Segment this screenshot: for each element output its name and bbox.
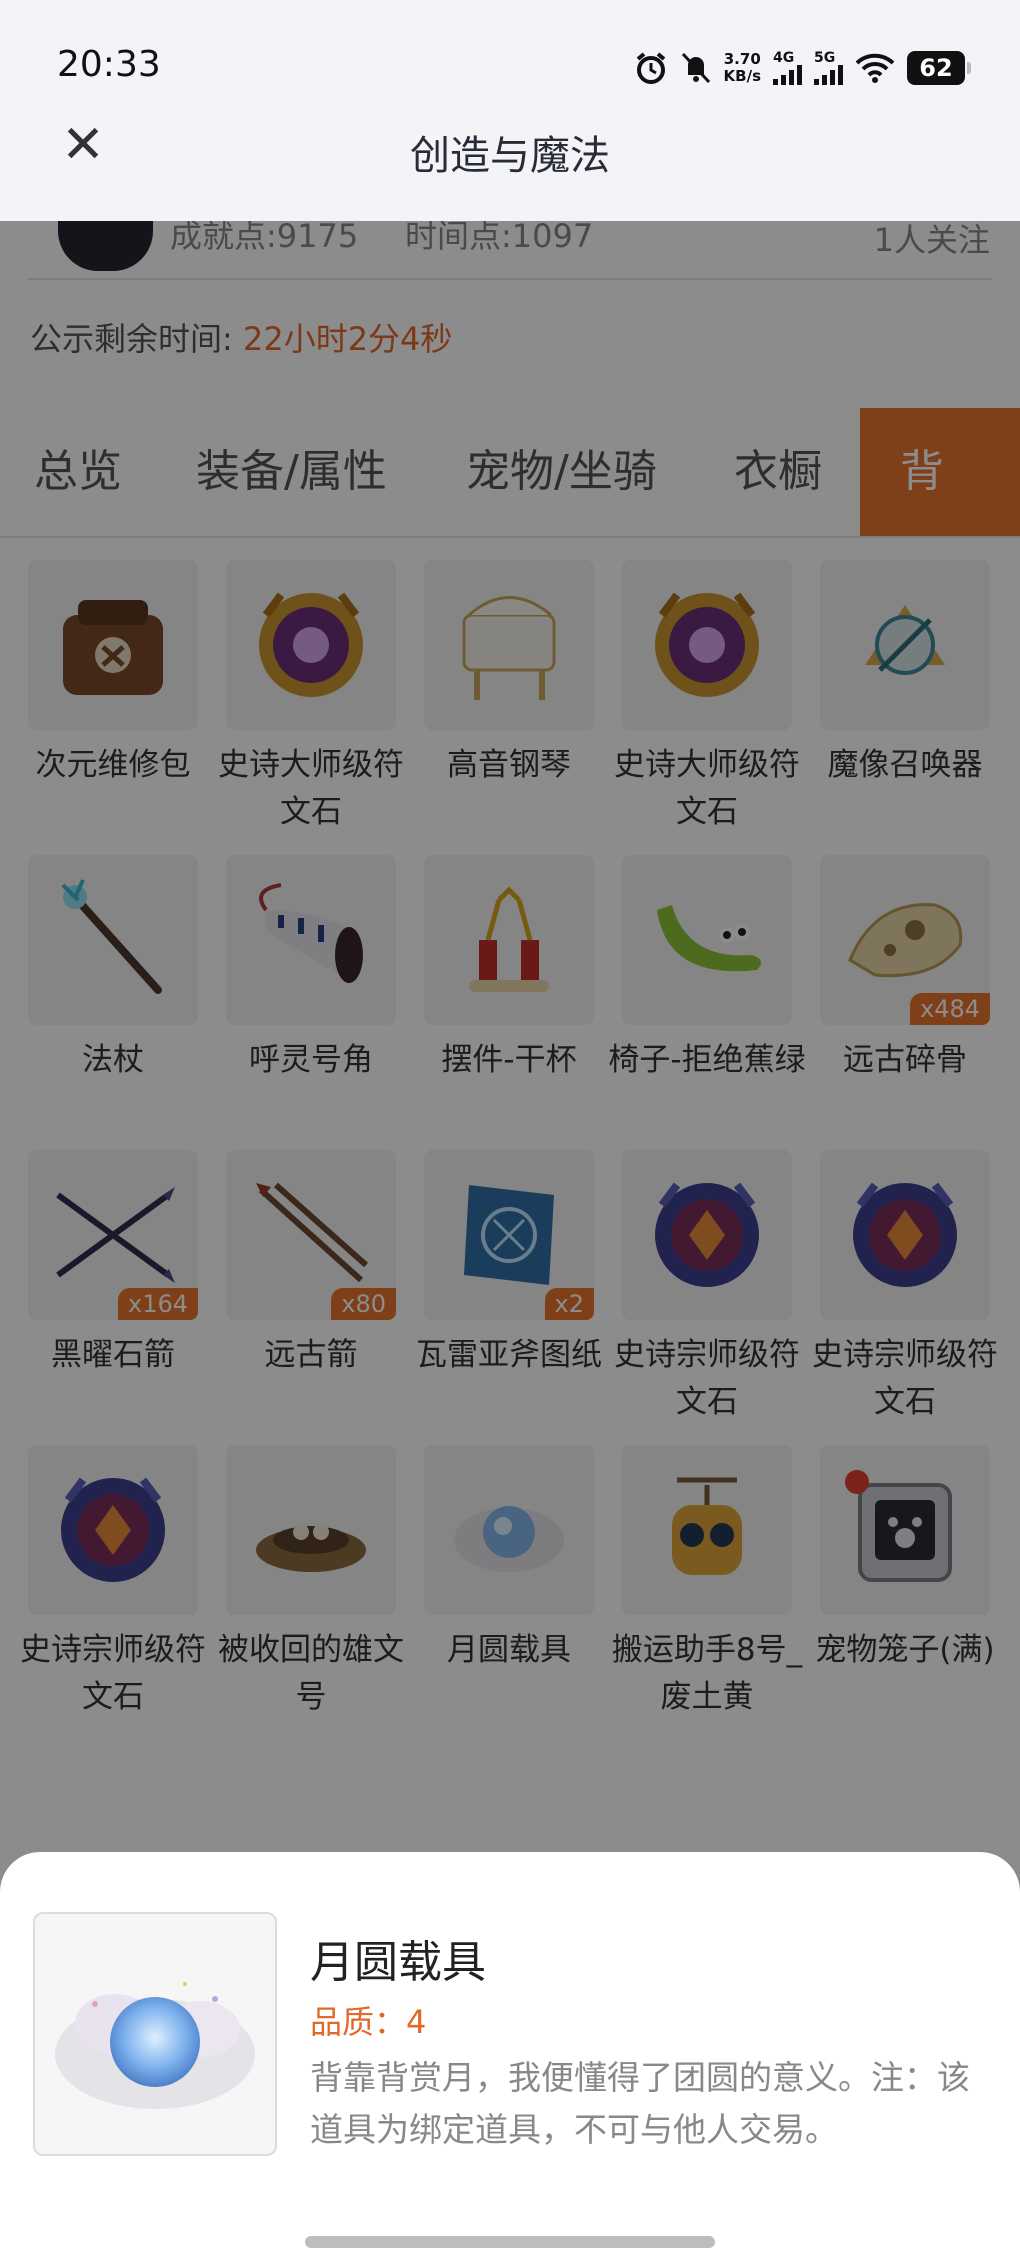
home-indicator[interactable]	[305, 2236, 715, 2248]
signal-5g: 5G	[814, 51, 843, 85]
wifi-icon	[855, 53, 895, 83]
item-detail-sheet[interactable]: 月圆载具 品质：4 背靠背赏月，我便懂得了团圆的意义。注：该道具为绑定道具，不可…	[0, 1852, 1020, 2267]
mute-icon	[681, 52, 710, 84]
net-speed-unit: KB/s	[723, 67, 761, 85]
signal-4g: 4G	[773, 51, 802, 85]
alarm-icon	[636, 52, 665, 84]
signal-4g-label: 4G	[773, 50, 795, 66]
battery-indicator: 62	[907, 51, 971, 85]
moon-orb-icon	[55, 1982, 255, 2109]
signal-5g-label: 5G	[814, 50, 836, 66]
top-bar: 20:33 3.70 KB/s 4G 5G 62 ✕ 创造与魔法	[0, 0, 1020, 221]
net-speed: 3.70 KB/s	[724, 51, 761, 85]
page-title: 创造与魔法	[410, 133, 610, 179]
detail-description: 背靠背赏月，我便懂得了团圆的意义。注：该道具为绑定道具，不可与他人交易。	[310, 2058, 970, 2149]
status-icons: 3.70 KB/s 4G 5G 62	[634, 46, 971, 90]
status-time: 20:33	[57, 44, 161, 85]
detail-quality: 品质：4	[310, 2003, 427, 2041]
detail-thumbnail	[33, 1912, 277, 2156]
net-speed-value: 3.70	[723, 50, 761, 68]
detail-name: 月圆载具	[310, 1937, 486, 1988]
